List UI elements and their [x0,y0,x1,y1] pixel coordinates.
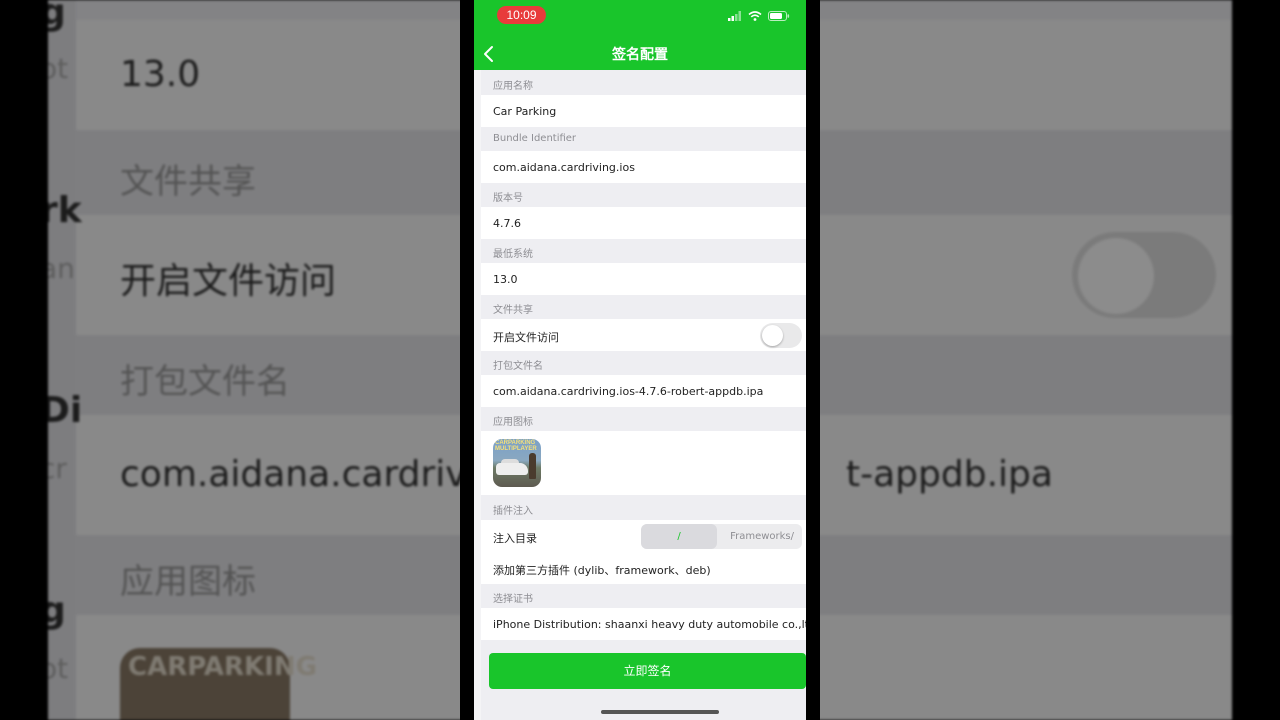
background-text: 文件共享 [120,162,256,202]
section-header-min-os: 最低系统 [493,249,533,260]
background-toggle-knob [1078,238,1154,314]
settings-list: 应用名称 Car Parking Bundle Identifier com.a… [481,70,806,720]
background-fragment: rk [48,190,82,231]
app-name-value: Car Parking [493,105,557,118]
section-header-package-name: 打包文件名 [493,361,543,372]
section-header-certificate: 选择证书 [493,594,533,605]
section-header-file-sharing: 文件共享 [493,305,533,316]
certificate-row[interactable]: iPhone Distribution: shaanxi heavy duty … [481,608,806,640]
background-fragment: g [48,590,66,631]
background-app-icon: CARPARKING [120,648,317,720]
signal-icon [728,11,741,21]
background-fragment: an [48,252,75,285]
file-sharing-label: 开启文件访问 [493,331,559,344]
certificate-value: iPhone Distribution: shaanxi heavy duty … [493,618,806,631]
background-fragment: ot [48,52,69,85]
package-name-row[interactable]: com.aidana.cardriving.ios-4.7.6-robert-a… [481,375,806,407]
status-time: 10:09 [497,6,546,24]
add-plugin-button[interactable]: 添加第三方插件 (dylib、framework、deb) [493,562,711,578]
background-text: com.aidana.cardriv [120,454,467,495]
background-fragment: cr [48,452,67,485]
bundle-id-row[interactable]: com.aidana.cardriving.ios [481,151,806,183]
section-header-app-name: 应用名称 [493,81,533,92]
segment-frameworks[interactable]: Frameworks/ [717,524,802,549]
background-fragment: ot [48,652,69,685]
background-fragment: g [48,0,66,33]
wifi-icon [748,11,762,21]
package-name-value: com.aidana.cardriving.ios-4.7.6-robert-a… [493,385,764,398]
plugin-rows: 注入目录 / Frameworks/ 添加第三方插件 (dylib、framew… [481,520,806,584]
car-shape [496,463,528,475]
battery-icon [768,11,790,21]
background-text: 应用图标 [120,562,256,602]
person-shape [529,453,536,479]
phone-screen: 10:09 签名配置 应用名称 Car Parking Bundle Ident… [460,0,820,720]
section-header-version: 版本号 [493,193,523,204]
page-title: 签名配置 [612,47,668,63]
section-header-bundle-id: Bundle Identifier [493,133,577,144]
background-text: 开启文件访问 [120,261,337,302]
bundle-id-value: com.aidana.cardriving.ios [493,161,635,174]
app-icon-image[interactable]: CARPARKING MULTIPLAYER [493,439,541,487]
home-indicator [601,710,719,714]
app-name-row[interactable]: Car Parking [481,95,806,127]
toggle-knob [762,325,783,346]
nav-bar: 10:09 签名配置 [474,0,806,70]
file-sharing-row: 开启文件访问 [481,319,806,351]
inject-dir-label: 注入目录 [493,532,537,545]
section-header-app-icon: 应用图标 [493,417,533,428]
sign-now-button[interactable]: 立即签名 [489,653,806,689]
left-edge-peek [474,70,481,720]
version-value: 4.7.6 [493,217,521,230]
section-header-plugin: 插件注入 [493,506,533,517]
icon-title-line-2: MULTIPLAYER [495,446,537,452]
segment-root[interactable]: / [641,524,717,549]
background-fragment: Di [48,390,83,431]
background-text: t-appdb.ipa [846,454,1053,495]
version-row[interactable]: 4.7.6 [481,207,806,239]
background-text: 13.0 [120,54,201,95]
background-text: 打包文件名 [120,362,290,402]
status-icons [728,10,790,22]
min-os-row[interactable]: 13.0 [481,263,806,295]
background-icon-text: CARPARKING [128,652,317,682]
file-sharing-toggle[interactable] [760,323,802,348]
app-icon-row: CARPARKING MULTIPLAYER [481,431,806,495]
min-os-value: 13.0 [493,273,518,286]
inject-dir-segmented-control[interactable]: / Frameworks/ [641,524,802,549]
